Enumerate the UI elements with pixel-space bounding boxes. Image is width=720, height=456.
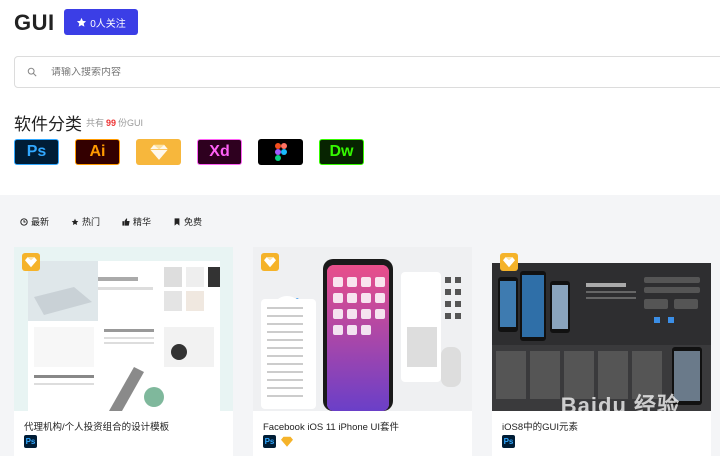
bookmark-icon [174,217,180,226]
card-thumbnail [253,247,472,411]
header-section: GUI 0人关注 软件分类 共有99份GUI Ps Ai Xd Dw [0,0,720,195]
software-list: Ps Ai Xd Dw [14,139,364,165]
search-bar[interactable] [14,56,720,88]
category-title: 软件分类 [14,115,82,134]
follow-label: 0人关注 [90,18,126,30]
category-count: 共有 99 份GUI [86,118,144,128]
dreamweaver-icon[interactable]: Dw [319,139,364,165]
gallery-section: 最新 热门 精华 免费 代理机构/个人投资组合的设计模板 Ps Facebook… [0,195,720,456]
sketch-icon[interactable] [136,139,181,165]
figma-icon[interactable] [258,139,303,165]
card-title: 代理机构/个人投资组合的设计模板 [24,422,170,433]
gui-card[interactable]: Facebook iOS 11 iPhone UI套件 Ps [253,247,472,456]
filter-featured[interactable]: 精华 [122,215,151,228]
star-icon [77,17,87,27]
star-icon [71,218,79,225]
page-title: GUI [14,10,55,35]
xd-icon[interactable]: Xd [197,139,242,165]
card-title: Facebook iOS 11 iPhone UI套件 [263,422,400,433]
card-tags: Ps [263,435,293,448]
watermark-url: jingyan.baidu.com [581,424,670,436]
filter-latest[interactable]: 最新 [20,215,49,228]
watermark-logo: Baidu 经验 [560,393,680,418]
search-icon [27,67,37,77]
photoshop-icon: Ps [24,435,37,448]
card-thumbnail [14,247,233,411]
filter-hot[interactable]: 热门 [71,215,100,228]
gui-card[interactable]: 代理机构/个人投资组合的设计模板 Ps [14,247,233,456]
photoshop-icon: Ps [263,435,276,448]
sketch-icon [22,253,40,271]
card-thumbnail [492,247,711,411]
sketch-icon [280,435,293,448]
search-input[interactable] [51,66,451,78]
illustrator-icon[interactable]: Ai [75,139,120,165]
card-tags: Ps [24,435,37,448]
follow-button[interactable]: 0人关注 [64,9,138,35]
card-tags: Ps [502,435,515,448]
photoshop-icon: Ps [502,435,515,448]
filter-free[interactable]: 免费 [173,215,202,228]
photoshop-icon[interactable]: Ps [14,139,59,165]
clock-icon [20,217,28,226]
filter-bar: 最新 热门 精华 免费 [20,215,202,228]
card-title: iOS8中的GUI元素 [502,422,579,433]
sketch-icon [261,253,279,271]
thumbs-up-icon [122,217,130,226]
sketch-icon [500,253,518,271]
